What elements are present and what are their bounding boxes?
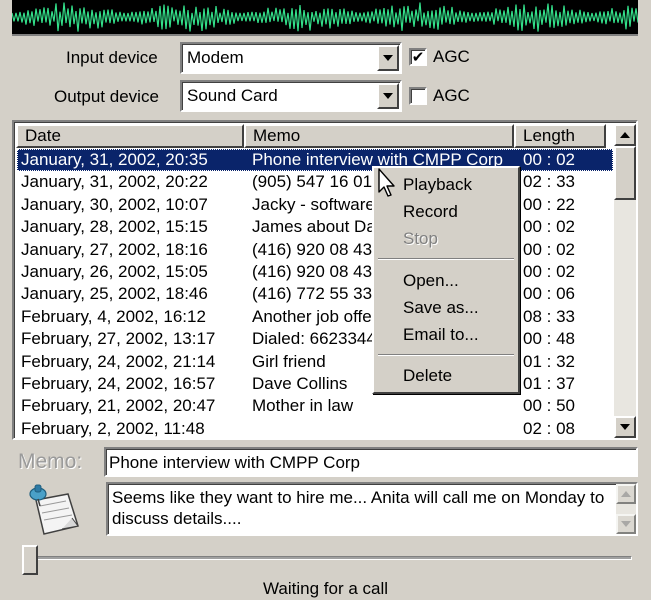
cell-length: 02 : 08 <box>523 418 575 438</box>
notes-textarea[interactable]: Seems like they want to hire me... Anita… <box>106 482 638 536</box>
output-agc-checkbox[interactable] <box>409 87 427 105</box>
notes-scroll-down-button[interactable] <box>616 514 636 534</box>
waveform-graph <box>12 2 638 32</box>
table-row[interactable]: January, 31, 2002, 20:35 Phone interview … <box>17 149 613 171</box>
chevron-up-icon <box>621 491 631 497</box>
cell-length: 01 : 32 <box>523 351 575 371</box>
checkmark-icon: ✔ <box>411 48 425 66</box>
output-device-dropdown-button[interactable] <box>377 83 399 109</box>
memo-input-value: Phone interview with CMPP Corp <box>109 453 361 472</box>
cell-length: 00 : 02 <box>523 150 575 169</box>
waveform-display <box>12 0 638 36</box>
chevron-down-icon <box>621 521 631 527</box>
table-row[interactable]: January, 31, 2002, 20:22 (905) 547 16 01 0… <box>17 171 613 193</box>
output-device-select[interactable]: Sound Card <box>180 80 402 112</box>
chevron-up-icon <box>620 132 630 138</box>
cell-length: 00 : 06 <box>523 284 575 304</box>
menu-item-open[interactable]: Open... <box>377 268 515 294</box>
cell-date: January, 28, 2002, 15:15 <box>21 217 208 237</box>
cell-length: 00 : 02 <box>523 217 575 237</box>
menu-item-stop: Stop <box>403 229 438 248</box>
table-row[interactable]: February, 24, 2002, 16:57 Dave Collins 01 … <box>17 373 613 395</box>
cell-length: 00 : 02 <box>523 239 575 259</box>
waveform-line <box>12 2 638 32</box>
notes-scroll-up-button[interactable] <box>616 484 636 504</box>
cell-date: February, 27, 2002, 13:17 <box>21 329 216 349</box>
position-slider-track[interactable] <box>22 556 632 560</box>
table-row[interactable]: January, 27, 2002, 18:16 (416) 920 08 43 0… <box>17 239 613 261</box>
notes-scrollbar[interactable] <box>616 484 636 534</box>
cell-date: February, 4, 2002, 16:12 <box>21 306 206 326</box>
scroll-up-button[interactable] <box>614 124 636 146</box>
cell-date: February, 2, 2002, 11:48 <box>21 418 205 438</box>
table-row[interactable]: February, 2, 2002, 11:48 02 : 08 <box>17 418 613 438</box>
position-slider-thumb[interactable] <box>22 545 38 575</box>
note-pin-icon <box>29 484 79 535</box>
list-scrollbar[interactable] <box>614 124 636 438</box>
table-row[interactable]: February, 21, 2002, 20:47 Mother in law 00… <box>17 395 613 417</box>
cell-length: 01 : 37 <box>523 374 575 393</box>
menu-item-save-as[interactable]: Save as... <box>377 295 515 321</box>
cell-date: January, 27, 2002, 18:16 <box>21 239 208 259</box>
status-text: Waiting for a call <box>262 579 389 598</box>
menu-item-email-to[interactable]: Email to... <box>377 322 515 348</box>
menu-separator <box>378 354 514 356</box>
table-row[interactable]: February, 4, 2002, 16:12 Another job offe… <box>17 306 613 328</box>
input-device-select[interactable]: Modem <box>180 42 402 74</box>
menu-separator <box>378 258 514 260</box>
cell-date: January, 30, 2002, 10:07 <box>21 194 208 214</box>
menu-item-record[interactable]: Record <box>377 199 515 225</box>
cell-date: January, 26, 2002, 15:05 <box>21 262 208 281</box>
cell-date: January, 25, 2002, 18:46 <box>21 284 208 304</box>
column-header-date[interactable]: Date <box>16 124 244 148</box>
menu-item-delete[interactable]: Delete <box>377 363 515 389</box>
context-menu: Playback Record Stop Open... Save as... … <box>372 166 520 394</box>
memo-label: Memo: <box>18 450 83 473</box>
input-device-dropdown-button[interactable] <box>377 45 399 71</box>
chevron-down-icon <box>383 93 393 99</box>
cell-length: 00 : 02 <box>523 262 575 281</box>
table-row[interactable]: February, 24, 2002, 21:14 Girl friend 01 :… <box>17 351 613 373</box>
memo-input[interactable]: Phone interview with CMPP Corp <box>104 447 638 477</box>
cell-length: 08 : 33 <box>523 306 575 326</box>
column-header-length[interactable]: Length <box>514 124 606 148</box>
output-agc-label: AGC <box>433 86 470 105</box>
scroll-thumb[interactable] <box>614 146 636 200</box>
cell-length: 00 : 50 <box>523 396 575 416</box>
table-row[interactable]: January, 26, 2002, 15:05 (416) 920 08 43 0… <box>17 261 613 283</box>
cell-length: 02 : 33 <box>523 172 575 192</box>
input-agc-checkbox[interactable]: ✔ <box>409 48 427 66</box>
cell-length: 00 : 22 <box>523 194 575 214</box>
cell-date: February, 24, 2002, 16:57 <box>21 374 216 393</box>
output-device-value: Sound Card <box>187 86 278 105</box>
input-device-label: Input device <box>66 48 158 67</box>
input-device-value: Modem <box>187 48 244 67</box>
table-row[interactable]: January, 25, 2002, 18:46 (416) 772 55 33 0… <box>17 283 613 305</box>
cell-length: 00 : 48 <box>523 329 575 349</box>
cell-date: February, 24, 2002, 21:14 <box>21 351 216 371</box>
scroll-down-button[interactable] <box>614 416 636 438</box>
cell-memo: Mother in law <box>252 396 354 416</box>
input-agc-label: AGC <box>433 47 470 66</box>
table-row[interactable]: January, 28, 2002, 15:15 James about Da 00… <box>17 216 613 238</box>
output-device-label: Output device <box>54 87 159 106</box>
cell-date: January, 31, 2002, 20:22 <box>21 172 208 192</box>
recordings-list[interactable]: Date Memo Length January, 31, 2002, 20:3… <box>12 120 638 440</box>
table-row[interactable]: February, 27, 2002, 13:17 Dialed: 6623344… <box>17 328 613 350</box>
mouse-cursor-icon <box>378 168 395 197</box>
notes-text: Seems like they want to hire me... Anita… <box>112 488 605 528</box>
chevron-down-icon <box>383 55 393 61</box>
table-row[interactable]: January, 30, 2002, 10:07 Jacky - software… <box>17 194 613 216</box>
chevron-down-icon <box>620 424 630 430</box>
cell-date: January, 31, 2002, 20:35 <box>21 150 208 169</box>
cell-date: February, 21, 2002, 20:47 <box>21 396 216 416</box>
column-header-memo[interactable]: Memo <box>244 124 514 148</box>
